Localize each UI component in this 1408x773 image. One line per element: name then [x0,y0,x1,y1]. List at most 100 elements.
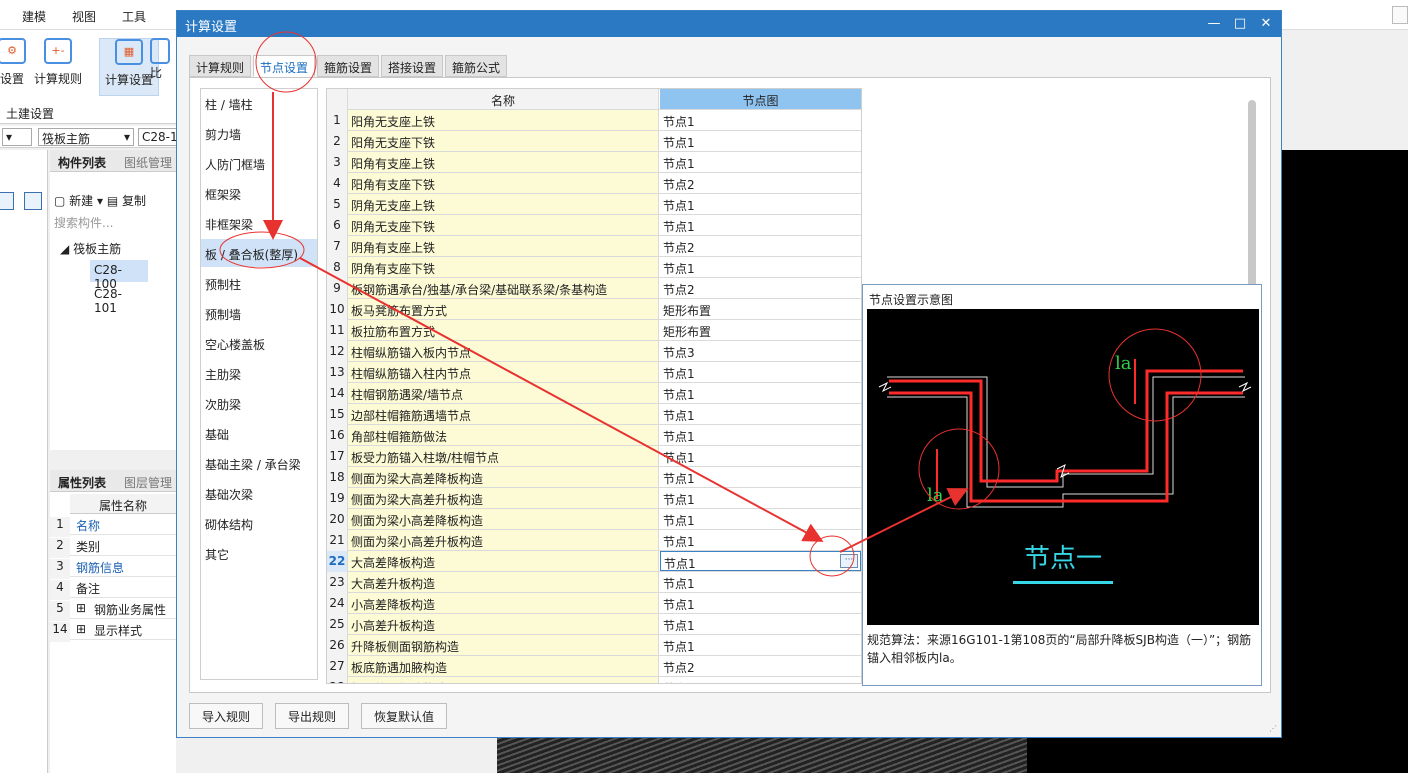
vertical-scrollbar[interactable] [1248,100,1256,300]
row-name-cell[interactable]: 柱帽纵筋锚入板内节点 [348,341,659,361]
row-name-cell[interactable]: 阴角有支座下铁 [348,257,659,277]
row-name-cell[interactable]: 侧面为梁小高差升板构造 [348,530,659,550]
attribute-row[interactable]: 14 ⊞ 显示样式 [50,619,176,642]
tab-stirrup-formula[interactable]: 箍筋公式 [445,55,508,77]
row-name-cell[interactable]: 板面筋遇加腋构造 [348,677,659,683]
row-name-cell[interactable]: 板拉筋布置方式 [348,320,659,340]
row-node-cell[interactable]: 节点1 [660,362,861,382]
tab-calc-rules[interactable]: 计算规则 [189,55,252,77]
table-row[interactable]: 28板面筋遇加腋构造节点2 [327,677,861,683]
tab-component-list[interactable]: 构件列表 [58,154,106,171]
export-rules-button[interactable]: 导出规则 [275,703,350,729]
row-node-cell[interactable]: 节点1 [660,509,861,529]
collapse-triangle-icon[interactable]: ◢ [60,242,69,256]
row-node-cell[interactable]: 节点1 [660,425,861,445]
table-row[interactable]: 9 板钢筋遇承台/独基/承台梁/基础联系梁/条基构造 节点2 [327,278,861,299]
row-name-cell[interactable]: 阳角有支座上铁 [348,152,659,172]
row-node-cell[interactable]: 节点1 [660,572,861,592]
tree-item-c28-101[interactable]: C28-101 [90,284,148,315]
row-name-cell[interactable]: 柱帽钢筋遇梁/墙节点 [348,383,659,403]
tab-drawing-management[interactable]: 图纸管理 [124,154,172,171]
row-name-cell[interactable]: 大高差升板构造 [348,572,659,592]
menu-view[interactable]: 视图 [72,8,96,25]
dialog-titlebar[interactable]: 计算设置 — □ ✕ [177,11,1281,37]
row-node-cell[interactable]: 节点1 [660,467,861,487]
table-row[interactable]: 15 边部柱帽箍筋遇墙节点 节点1 [327,404,861,425]
attribute-row[interactable]: 2 类别 [50,535,176,558]
row-name-cell[interactable]: 柱帽纵筋锚入柱内节点 [348,362,659,382]
table-row[interactable]: 22 大高差降板构造 节点1 ··· [327,551,861,572]
row-node-cell[interactable]: 节点3 [660,341,861,361]
row-name-cell[interactable]: 角部柱帽箍筋做法 [348,425,659,445]
type-select[interactable]: 筏板主筋 ▾ [38,128,134,146]
tab-layer-management[interactable]: 图层管理 [124,474,172,491]
row-node-cell[interactable]: 节点1 [660,446,861,466]
category-item[interactable]: 其它 [201,539,317,567]
table-row[interactable]: 17 板受力筋锚入柱墩/柱帽节点 节点1 [327,446,861,467]
row-node-cell[interactable]: 节点1 [660,257,861,277]
row-name-cell[interactable]: 小高差降板构造 [348,593,659,613]
attribute-row[interactable]: 1 名称 [50,514,176,537]
table-row[interactable]: 7 阴角有支座上铁 节点2 [327,236,861,257]
ribbon-calc-rules-button[interactable]: +- 计算规则 [28,38,88,96]
row-node-cell[interactable]: 节点1 [660,488,861,508]
table-row[interactable]: 13 柱帽纵筋锚入柱内节点 节点1 [327,362,861,383]
tab-attribute-list[interactable]: 属性列表 [58,474,106,491]
table-row[interactable]: 25 小高差升板构造 节点1 [327,614,861,635]
resize-grip-icon[interactable]: ⋰ [1269,724,1277,733]
ellipsis-button-icon[interactable]: ··· [840,554,858,568]
category-item[interactable]: 柱 / 墙柱 [201,89,317,117]
table-row[interactable]: 14 柱帽钢筋遇梁/墙节点 节点1 [327,383,861,404]
category-item[interactable]: 主肋梁 [201,359,317,387]
tree-item-c28-100[interactable]: C28-100 [90,260,148,291]
restore-defaults-button[interactable]: 恢复默认值 [361,703,448,729]
category-item[interactable]: 框架梁 [201,179,317,207]
name-select[interactable]: C28-1 [138,128,178,146]
table-row[interactable]: 1 阳角无支座上铁 节点1 [327,110,861,131]
component-search-input[interactable]: 搜索构件... [52,214,174,232]
table-row[interactable]: 11 板拉筋布置方式 矩形布置 [327,320,861,341]
row-node-cell[interactable]: 节点1 [660,131,861,151]
category-item[interactable]: 基础 [201,419,317,447]
table-row[interactable]: 10 板马凳筋布置方式 矩形布置 [327,299,861,320]
row-node-cell[interactable]: 节点1 [660,383,861,403]
table-row[interactable]: 27 板底筋遇加腋构造 节点2 [327,656,861,677]
tree-root[interactable]: ◢ 筏板主筋 [60,240,121,257]
row-node-cell[interactable]: 节点2 [660,236,861,256]
attribute-row[interactable]: 3 钢筋信息 [50,556,176,579]
row-node-cell[interactable]: 节点1 [660,614,861,634]
maximize-icon[interactable]: □ [1229,14,1251,34]
row-node-cell[interactable]: 矩形布置 [660,299,861,319]
table-row[interactable]: 19 侧面为梁大高差升板构造 节点1 [327,488,861,509]
attribute-row[interactable]: 5 ⊞ 钢筋业务属性 [50,598,176,621]
category-item[interactable]: 基础次梁 [201,479,317,507]
row-node-cell[interactable]: 节点2 [660,173,861,193]
window-control-box[interactable] [1392,6,1408,24]
row-name-cell[interactable]: 阳角无支座上铁 [348,110,659,130]
category-item[interactable]: 预制墙 [201,299,317,327]
tab-stirrup-settings[interactable]: 箍筋设置 [317,55,380,77]
category-item[interactable]: 次肋梁 [201,389,317,417]
row-name-cell[interactable]: 侧面为梁大高差降板构造 [348,467,659,487]
row-name-cell[interactable]: 板底筋遇加腋构造 [348,656,659,676]
table-row[interactable]: 23 大高差升板构造 节点1 [327,572,861,593]
row-name-cell[interactable]: 板马凳筋布置方式 [348,299,659,319]
table-row[interactable]: 21 侧面为梁小高差升板构造 节点1 [327,530,861,551]
menu-build[interactable]: 建模 [22,8,46,25]
row-node-cell[interactable]: 节点1 [660,530,861,550]
table-row[interactable]: 18 侧面为梁大高差降板构造 节点1 [327,467,861,488]
row-node-cell[interactable]: 节点1 ··· [660,551,861,571]
category-item-selected[interactable]: 板 / 叠合板(整厚) [201,239,317,267]
table-row[interactable]: 4 阳角有支座下铁 节点2 [327,173,861,194]
category-item[interactable]: 人防门框墙 [201,149,317,177]
category-item[interactable]: 剪力墙 [201,119,317,147]
copy-button[interactable]: 复制 [122,194,146,208]
row-name-cell[interactable]: 阴角无支座下铁 [348,215,659,235]
row-name-cell[interactable]: 小高差升板构造 [348,614,659,634]
row-name-cell[interactable]: 升降板侧面钢筋构造 [348,635,659,655]
row-node-cell[interactable]: 节点1 [660,110,861,130]
close-icon[interactable]: ✕ [1255,14,1277,34]
tab-node-settings[interactable]: 节点设置 [253,55,316,77]
import-rules-button[interactable]: 导入规则 [189,703,264,729]
table-row[interactable]: 12 柱帽纵筋锚入板内节点 节点3 [327,341,861,362]
